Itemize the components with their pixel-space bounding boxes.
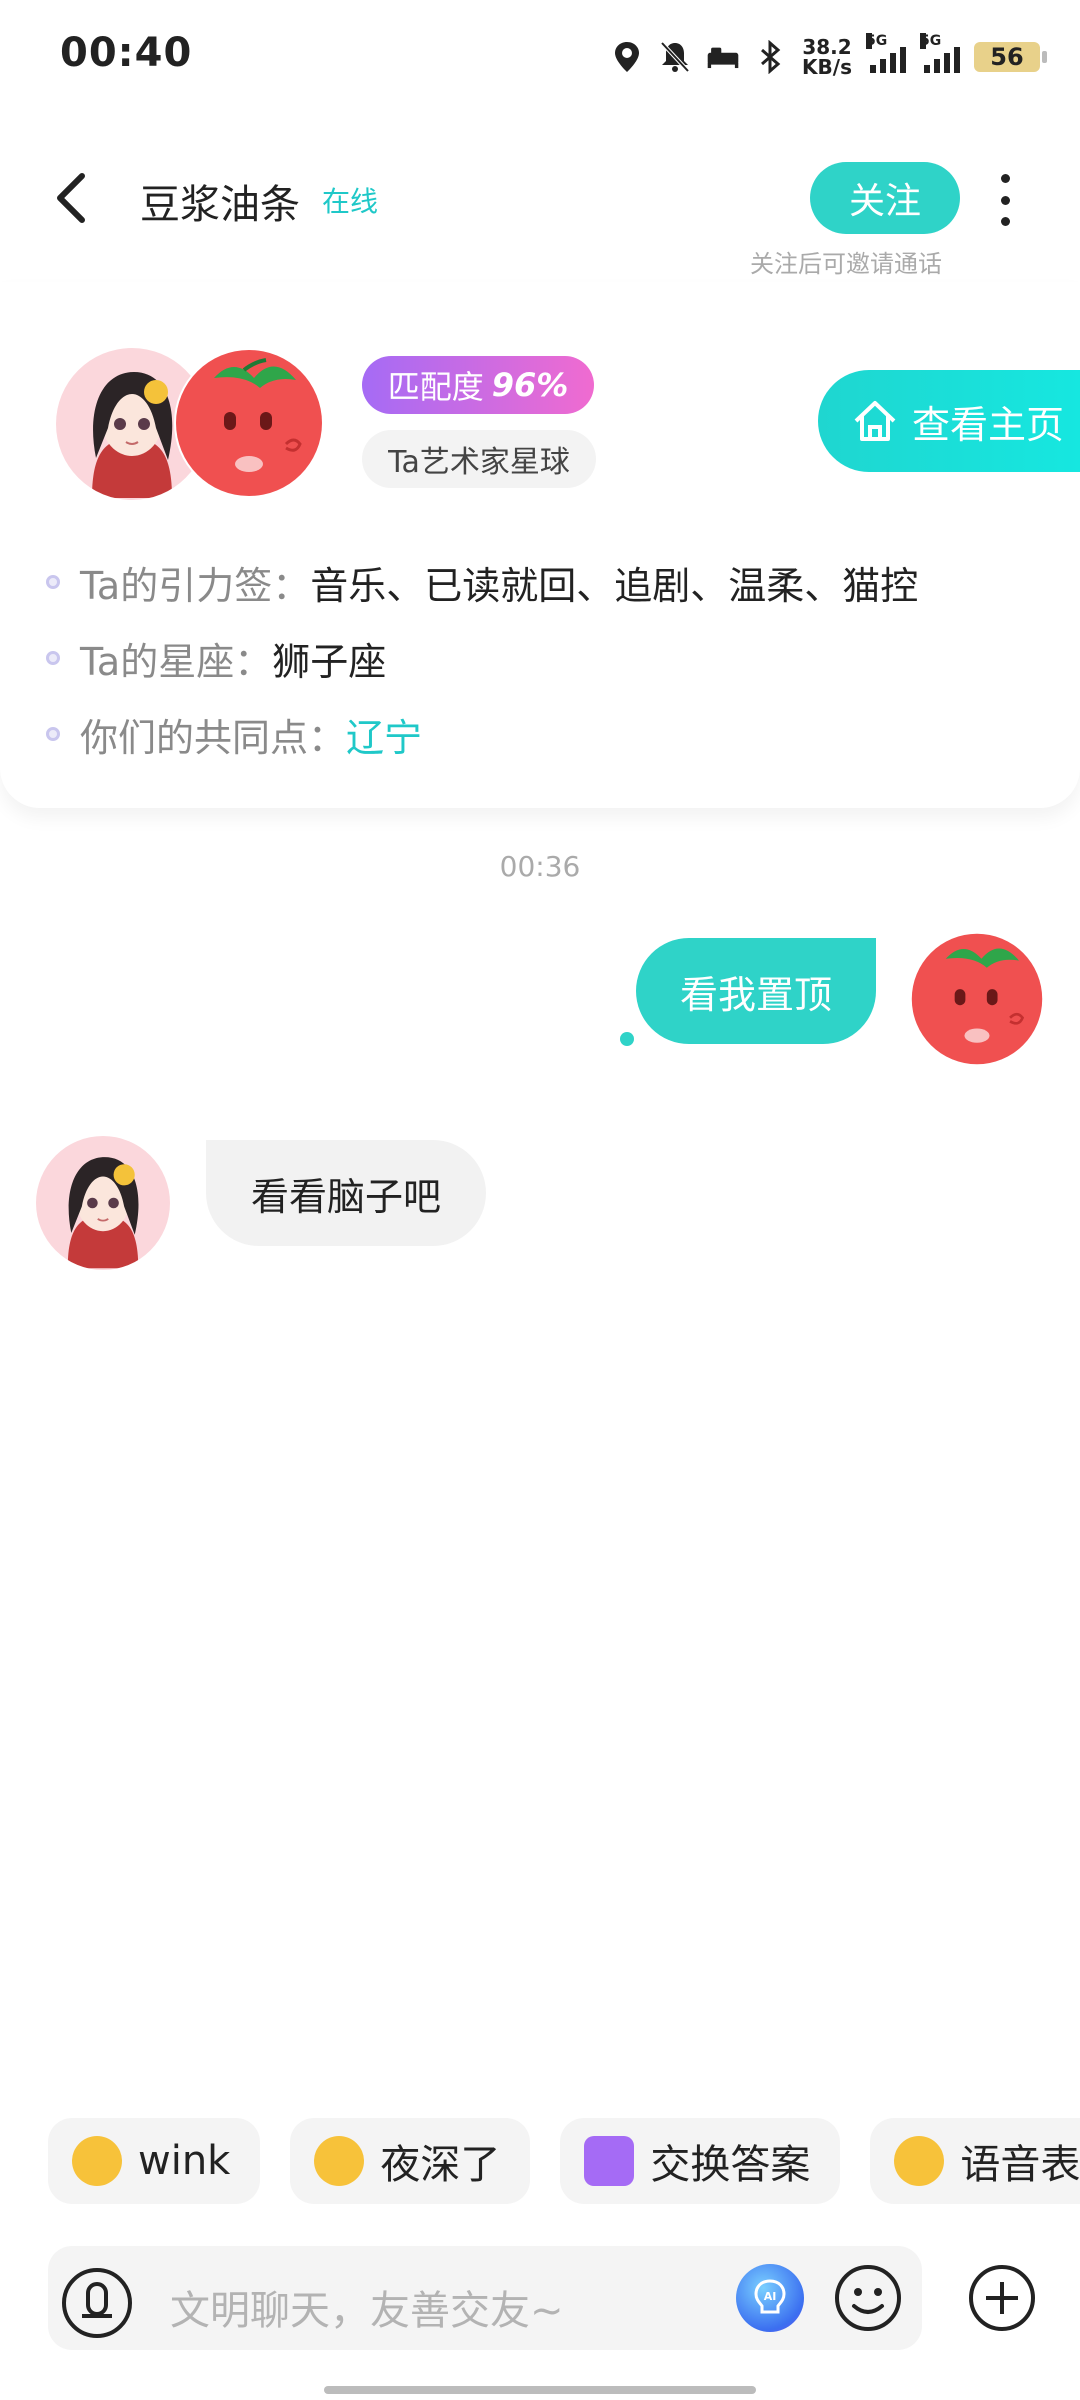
status-icons: 38.2 KB/s 5G 5G 56 (610, 32, 1047, 82)
signal-icon: 5G (866, 33, 906, 73)
voice-input-button[interactable] (60, 2266, 134, 2340)
online-status: 在线 (322, 185, 379, 218)
quick-reply-chip[interactable]: 语音表 (870, 2118, 1080, 2204)
svg-text:AI: AI (764, 2290, 777, 2303)
bed-icon (706, 40, 740, 74)
location-icon (610, 40, 644, 74)
add-more-button[interactable] (966, 2262, 1038, 2334)
outgoing-message[interactable]: 看我置顶 (636, 938, 876, 1044)
exchange-icon (584, 2136, 635, 2186)
my-avatar-tomato[interactable] (174, 348, 324, 498)
incoming-message[interactable]: 看看脑子吧 (206, 1140, 486, 1246)
read-indicator (620, 1032, 634, 1046)
bullet-icon (46, 651, 60, 665)
status-time: 00:40 (60, 30, 193, 76)
view-homepage-button[interactable]: 查看主页 (818, 370, 1080, 472)
bullet-icon (46, 727, 60, 741)
home-indicator[interactable] (324, 2386, 756, 2394)
ai-icon: AI (754, 2279, 786, 2314)
chevron-left-icon (57, 173, 85, 223)
quick-reply-chip[interactable]: 交换答案 (560, 2118, 841, 2204)
quick-reply-chip[interactable]: wink (48, 2118, 261, 2204)
home-icon (854, 401, 896, 441)
user-avatar-girl[interactable] (36, 1136, 170, 1270)
mute-icon (658, 40, 692, 74)
message-input[interactable]: 文明聊天，友善交友~ (170, 2278, 564, 2336)
quick-reply-bar: wink 夜深了 交换答案 语音表 (48, 2118, 1080, 2204)
voice-emoji-icon (894, 2136, 945, 2186)
net-speed: 38.2 KB/s (802, 35, 852, 79)
sleepy-emoji-icon (314, 2136, 365, 2186)
battery-icon: 56 (974, 42, 1047, 72)
smiley-icon (835, 2265, 901, 2331)
follow-button[interactable]: 关注 (810, 162, 960, 234)
more-options-button[interactable] (990, 170, 1020, 230)
my-avatar-tomato[interactable] (910, 932, 1044, 1066)
match-badge: 匹配度 96% (362, 356, 594, 414)
voice-icon (62, 2268, 132, 2338)
bullet-icon (46, 575, 60, 589)
emoji-button[interactable] (832, 2262, 904, 2334)
info-row-tags: Ta的引力签： 音乐、已读就回、追剧、温柔、猫控 (46, 552, 918, 612)
info-row-zodiac: Ta的星座： 狮子座 (46, 628, 386, 688)
chat-title[interactable]: 豆浆油条 (140, 172, 300, 230)
info-row-common: 你们的共同点： 辽宁 (46, 704, 422, 764)
ai-assistant-button[interactable]: AI (736, 2264, 804, 2332)
quick-reply-chip[interactable]: 夜深了 (290, 2118, 531, 2204)
wink-emoji-icon (72, 2136, 122, 2186)
signal-icon: 5G (920, 33, 960, 73)
back-button[interactable] (48, 168, 98, 228)
bluetooth-icon (754, 40, 788, 74)
message-timestamp: 00:36 (499, 850, 581, 883)
follow-hint: 关注后可邀请通话 (750, 250, 942, 278)
planet-badge: Ta艺术家星球 (362, 430, 596, 488)
plus-icon (969, 2265, 1035, 2331)
